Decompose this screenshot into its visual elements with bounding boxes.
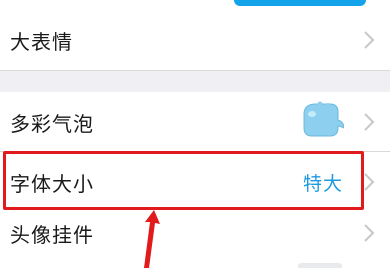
settings-screen: 大表情 多彩气泡 字体大小 特大 头像挂件 [0,0,390,268]
highlight-box [3,151,364,210]
annotation-arrow-icon [144,210,160,268]
chevron-right-icon [364,113,375,131]
chevron-right-icon [364,224,375,242]
bubble-thumbnail-icon [303,101,344,137]
chevron-right-icon [364,31,375,49]
row-label: 大表情 [10,29,73,54]
row-label: 多彩气泡 [10,111,94,136]
row-label: 头像挂件 [10,222,94,247]
divider [0,70,390,71]
partial-button[interactable] [234,0,366,6]
partial-thumbnail [298,263,342,268]
settings-row-large-emoji[interactable]: 大表情 [0,10,390,70]
settings-row-avatar-pendant[interactable]: 头像挂件 [0,203,390,263]
